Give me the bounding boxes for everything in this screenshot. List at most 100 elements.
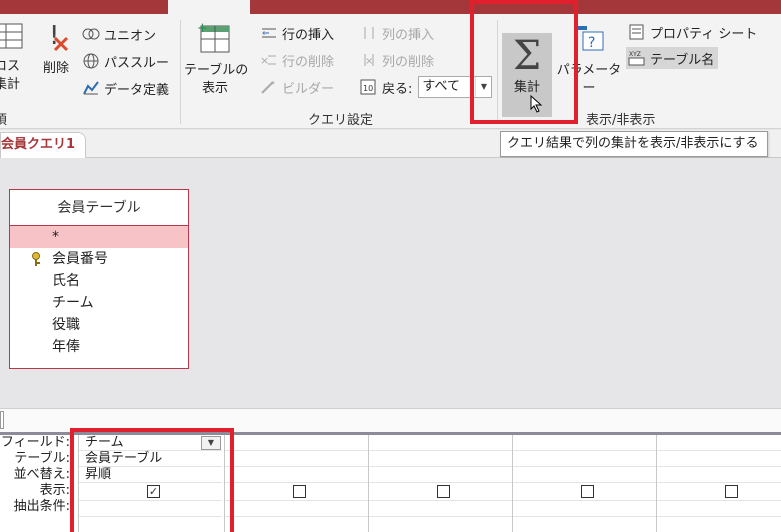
grid-show-cell: [225, 485, 368, 501]
property-sheet-button[interactable]: プロパティ シート: [628, 21, 757, 43]
show-table-label: テーブルの 表示: [184, 63, 249, 96]
svg-text:*: *: [271, 80, 275, 89]
table-names-button[interactable]: XYZ テーブル名: [626, 47, 719, 69]
passthrough-button[interactable]: パススルー: [82, 50, 169, 72]
field-list-item[interactable]: 役職: [10, 314, 188, 336]
data-definition-icon: [82, 80, 100, 96]
data-definition-button[interactable]: データ定義: [82, 77, 169, 99]
totals-button[interactable]: Σ 集計: [502, 33, 552, 117]
grid-field-cell[interactable]: チーム ▼: [79, 435, 222, 451]
grid-table-cell[interactable]: [513, 451, 656, 467]
crosstab-button[interactable]: ロス 集計: [0, 20, 28, 94]
horizontal-scrollbar-stub[interactable]: [0, 411, 4, 429]
data-definition-label: データ定義: [104, 82, 170, 98]
show-checkbox[interactable]: ✓: [147, 485, 160, 498]
svg-text:+: +: [197, 21, 208, 36]
field-list-item[interactable]: 年俸: [10, 336, 188, 358]
design-grid-pane: フィールド: テーブル: 並べ替え: 表示: 抽出条件: チーム ▼ 会員テーブル…: [0, 432, 781, 532]
totals-label: 集計: [513, 80, 540, 95]
insert-columns-icon: [360, 25, 378, 41]
return-values-select[interactable]: すべて ▼: [418, 76, 493, 98]
union-label: ユニオン: [104, 28, 157, 44]
show-checkbox[interactable]: [293, 485, 306, 498]
svg-text:×: ×: [260, 54, 269, 67]
grid-criteria-cell[interactable]: [79, 501, 222, 517]
grid-table-cell[interactable]: [225, 451, 368, 467]
grid-sort-cell[interactable]: [657, 467, 781, 483]
design-grid: チーム ▼ 会員テーブル 昇順 ✓: [78, 435, 781, 532]
design-grid-column-3: [368, 435, 512, 532]
row-label-sort: 並べ替え:: [13, 467, 70, 482]
svg-text:10: 10: [363, 84, 373, 93]
passthrough-label: パススルー: [104, 55, 170, 71]
grid-sort-cell[interactable]: [513, 467, 656, 483]
delete-rows-button[interactable]: × 行の削除: [260, 49, 334, 71]
grid-field-cell[interactable]: [369, 435, 512, 451]
grid-criteria-cell[interactable]: [657, 501, 781, 517]
chevron-down-icon[interactable]: ▼: [201, 436, 221, 450]
show-checkbox[interactable]: [581, 485, 594, 498]
svg-text:⇐: ⇐: [262, 29, 270, 39]
field-list-item[interactable]: 会員番号: [10, 248, 188, 270]
row-label-criteria: 抽出条件:: [13, 499, 70, 514]
grid-criteria-cell[interactable]: [513, 501, 656, 517]
query-setup-group-label: クエリ設定: [308, 113, 374, 128]
delete-columns-icon: ×: [360, 52, 378, 68]
show-table-icon: +: [197, 21, 230, 53]
delete-query-button[interactable]: ! 削除: [36, 20, 76, 78]
field-list-member-table[interactable]: 会員テーブル * 会員番号 氏名 チーム 役職 年俸: [9, 189, 189, 369]
grid-criteria-cell[interactable]: [225, 501, 368, 517]
grid-sort-cell[interactable]: 昇順: [79, 467, 222, 483]
group-separator: [180, 20, 181, 124]
insert-rows-button[interactable]: ⇐ 行の挿入: [260, 22, 334, 44]
return-values-control: 10 戻る: すべて ▼: [360, 76, 493, 98]
grid-show-cell: ✓: [79, 485, 222, 501]
grid-table-cell[interactable]: 会員テーブル: [79, 451, 222, 467]
return-values-icon: 10: [360, 79, 378, 95]
design-grid-column-4: [512, 435, 656, 532]
grid-field-cell[interactable]: [225, 435, 368, 451]
show-checkbox[interactable]: [725, 485, 738, 498]
grid-table-cell[interactable]: [369, 451, 512, 467]
insert-rows-icon: ⇐: [260, 25, 278, 41]
field-list-item[interactable]: *: [10, 226, 188, 248]
parameters-button[interactable]: ? パラメーター: [554, 20, 624, 98]
grid-table-cell[interactable]: [657, 451, 781, 467]
show-checkbox[interactable]: [437, 485, 450, 498]
grid-sort-cell[interactable]: [369, 467, 512, 483]
insert-columns-button[interactable]: 列の挿入: [360, 22, 434, 44]
field-list-title: 会員テーブル: [10, 190, 188, 226]
show-table-button[interactable]: + テーブルの 表示: [184, 20, 249, 98]
pane-splitter[interactable]: [0, 408, 781, 432]
union-button[interactable]: ユニオン: [82, 23, 156, 45]
ribbon: ロス 集計 ! 削除 ユニオン パススルー データ定義 頃 + テーブルの 表示…: [0, 14, 781, 129]
document-tab-query1[interactable]: 会員クエリ1: [0, 132, 86, 158]
row-label-table: テーブル:: [14, 451, 70, 466]
grid-sort-cell[interactable]: [225, 467, 368, 483]
return-label: 戻る:: [382, 81, 413, 97]
chevron-down-icon[interactable]: ▼: [475, 77, 491, 97]
totals-tooltip: クエリ結果で列の集計を表示/非表示にする: [500, 131, 768, 157]
globe-icon: [82, 53, 100, 69]
field-list-item[interactable]: 氏名: [10, 270, 188, 292]
design-grid-column-1: チーム ▼ 会員テーブル 昇順 ✓: [78, 435, 222, 532]
access-query-design-window: ロス 集計 ! 削除 ユニオン パススルー データ定義 頃 + テーブルの 表示…: [0, 0, 781, 532]
builder-button[interactable]: * ビルダー: [260, 76, 334, 98]
builder-wand-icon: *: [260, 79, 278, 95]
parameters-label: パラメーター: [556, 63, 622, 96]
property-sheet-label: プロパティ シート: [650, 26, 758, 42]
design-grid-column-2: [224, 435, 368, 532]
table-names-icon: XYZ: [628, 50, 646, 66]
svg-text:XYZ: XYZ: [629, 51, 641, 58]
builder-label: ビルダー: [282, 81, 335, 97]
grid-field-cell[interactable]: [513, 435, 656, 451]
grid-criteria-cell[interactable]: [369, 501, 512, 517]
tab-design-active[interactable]: [168, 0, 250, 14]
field-list-item[interactable]: チーム: [10, 292, 188, 314]
delete-columns-button[interactable]: × 列の削除: [360, 49, 434, 71]
return-values-value: すべて: [422, 79, 460, 94]
grid-field-cell[interactable]: [657, 435, 781, 451]
mouse-cursor-icon: [530, 95, 543, 113]
insert-rows-label: 行の挿入: [282, 27, 335, 43]
delete-columns-label: 列の削除: [382, 54, 435, 70]
